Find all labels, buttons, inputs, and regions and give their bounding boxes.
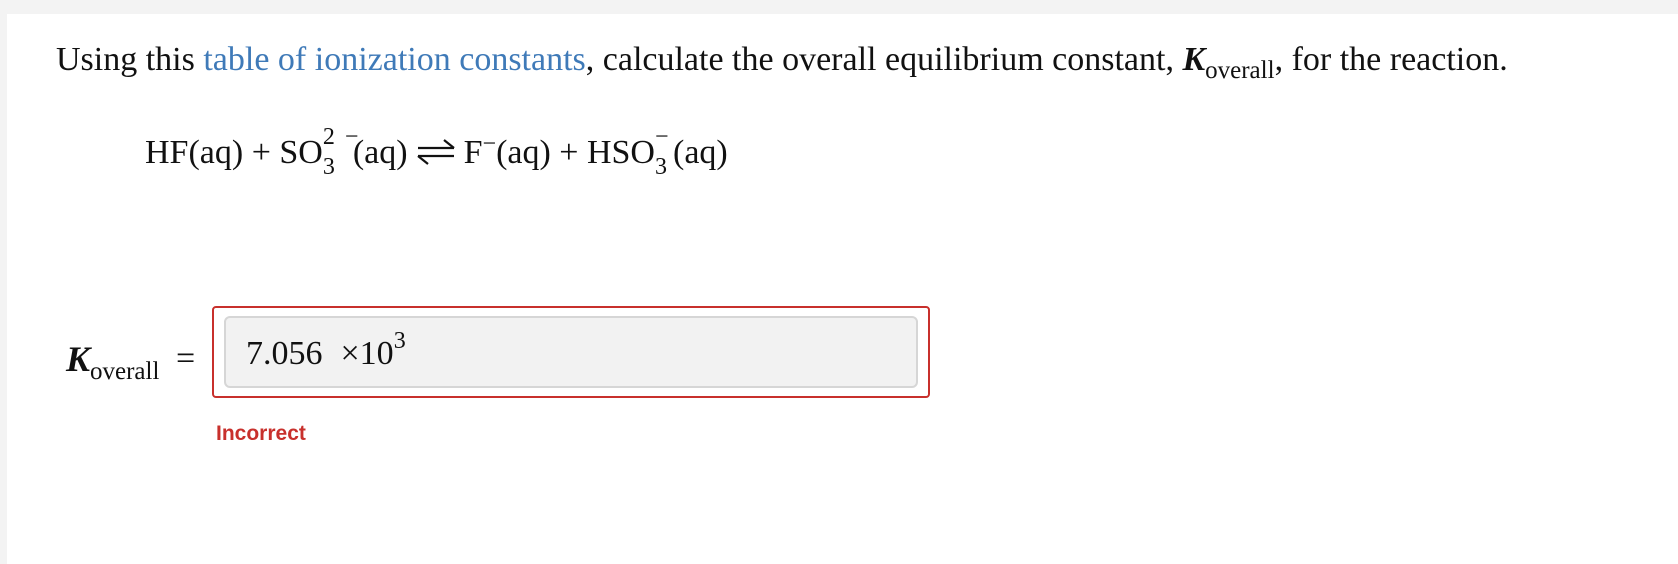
sulfite-stack: 2 −3 xyxy=(323,125,359,179)
sulfite-charge: 2 − xyxy=(322,124,361,150)
fluoride-charge: − xyxy=(482,131,497,157)
equals-sign: = xyxy=(176,340,196,377)
product-f: F xyxy=(463,134,483,171)
question-end: , for the reaction. xyxy=(1274,41,1508,78)
bisulfite-stack: −3 xyxy=(655,125,673,179)
k-subscript: overall xyxy=(1205,57,1275,84)
bisulfite-subscript: 3 xyxy=(655,154,667,180)
status-incorrect: Incorrect xyxy=(216,422,306,445)
answer-box: 7.056 ×103 xyxy=(212,306,930,398)
question-suffix: , calculate the overall equilibrium cons… xyxy=(585,41,1183,78)
answer-exponent: 3 xyxy=(393,328,406,354)
answer-times-ten: ×10 xyxy=(340,335,394,372)
answer-mantissa: 7.056 xyxy=(246,335,323,372)
equilibrium-arrow-icon xyxy=(416,139,455,165)
k-symbol: K xyxy=(1182,41,1206,78)
question-prefix: Using this xyxy=(56,41,204,78)
bisulfite-charge: − xyxy=(655,124,669,150)
question-text: Using this table of ionization constants… xyxy=(56,38,1508,85)
sulfite-subscript: 3 xyxy=(322,154,335,180)
reaction-equation: HF(aq) + SO 2 −3 (aq) F−(aq) + HSO −3 (aq) xyxy=(145,125,728,179)
answer-k-symbol: K xyxy=(66,339,91,379)
answer-k-subscript: overall xyxy=(90,358,160,385)
reactant-hf-so3: HF(aq) + SO xyxy=(145,134,323,171)
reactant-aq: (aq) xyxy=(352,134,408,171)
answer-k-label: Koverall xyxy=(66,338,159,385)
product-f-aq-hso3: (aq) + HSO xyxy=(496,134,655,171)
answer-input[interactable]: 7.056 ×103 xyxy=(224,316,918,388)
ionization-table-link[interactable]: table of ionization constants xyxy=(203,41,585,78)
question-card xyxy=(7,14,1678,564)
product-aq: (aq) xyxy=(673,134,728,171)
